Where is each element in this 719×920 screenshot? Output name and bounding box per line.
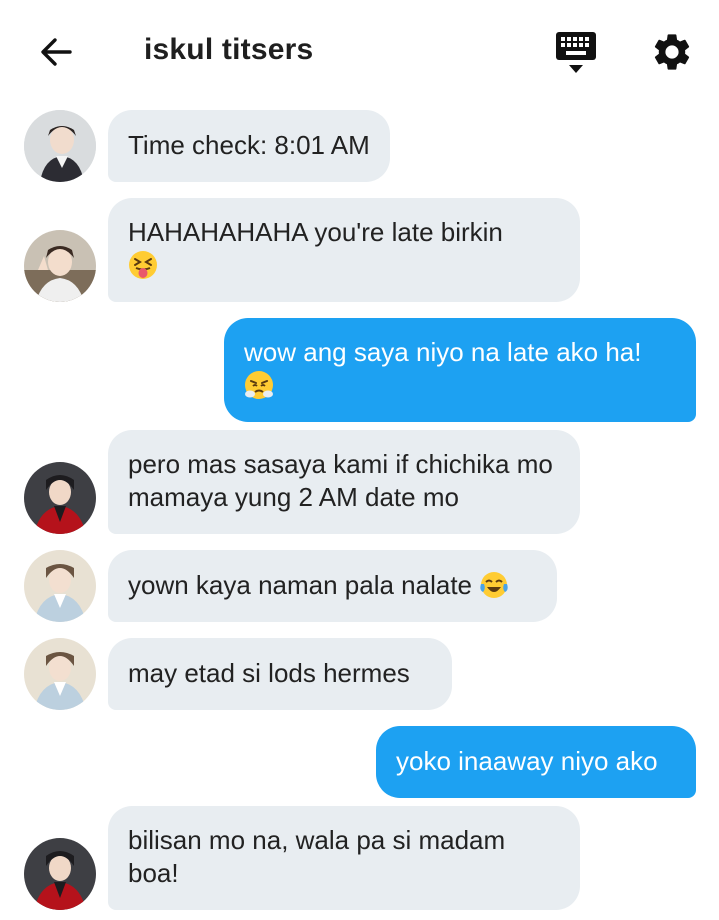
message-row: wow ang saya niyo na late ako ha!: [0, 318, 719, 422]
chat-header: iskul titsers: [0, 0, 719, 100]
avatar[interactable]: [24, 110, 96, 182]
message-text: may etad si lods hermes: [128, 658, 410, 688]
arrow-left-icon: [41, 38, 72, 66]
message-bubble[interactable]: pero mas sasaya kami if chichika mo mama…: [108, 430, 580, 534]
keyboard-toggle-button[interactable]: [552, 30, 600, 76]
message-text: wow ang saya niyo na late ako ha!: [244, 337, 642, 367]
message-row: bilisan mo na, wala pa si madam boa!: [0, 806, 719, 910]
message-text: bilisan mo na, wala pa si madam boa!: [128, 825, 506, 888]
message-row: pero mas sasaya kami if chichika mo mama…: [0, 430, 719, 534]
avatar[interactable]: [24, 838, 96, 910]
face-with-tears-of-joy-icon: [479, 570, 509, 600]
message-row: yoko inaaway niyo ako: [0, 726, 719, 798]
chat-title: iskul titsers: [144, 33, 314, 66]
message-bubble[interactable]: Time check: 8:01 AM: [108, 110, 390, 182]
back-button[interactable]: [34, 30, 78, 74]
gear-icon: [654, 34, 690, 70]
message-row: may etad si lods hermes: [0, 638, 719, 710]
settings-button[interactable]: [650, 30, 694, 74]
message-text: HAHAHAHAHA you're late birkin: [128, 217, 503, 247]
avatar[interactable]: [24, 462, 96, 534]
keyboard-hide-icon: [556, 32, 596, 73]
squinting-face-with-tongue-icon: [128, 250, 158, 280]
message-bubble[interactable]: yown kaya naman pala nalate: [108, 550, 557, 622]
message-bubble[interactable]: yoko inaaway niyo ako: [376, 726, 696, 798]
message-row: HAHAHAHAHA you're late birkin: [0, 198, 719, 302]
message-bubble[interactable]: may etad si lods hermes: [108, 638, 452, 710]
message-bubble[interactable]: bilisan mo na, wala pa si madam boa!: [108, 806, 580, 910]
message-text: yoko inaaway niyo ako: [396, 746, 658, 776]
face-with-steam-from-nose-icon: [244, 370, 274, 400]
avatar[interactable]: [24, 550, 96, 622]
message-bubble[interactable]: wow ang saya niyo na late ako ha!: [224, 318, 696, 422]
message-text: pero mas sasaya kami if chichika mo mama…: [128, 449, 553, 512]
message-text: yown kaya naman pala nalate: [128, 570, 473, 600]
message-row: yown kaya naman pala nalate: [0, 550, 719, 622]
message-text: Time check: 8:01 AM: [128, 130, 370, 160]
message-row: Time check: 8:01 AM: [0, 110, 719, 182]
message-bubble[interactable]: HAHAHAHAHA you're late birkin: [108, 198, 580, 302]
avatar[interactable]: [24, 638, 96, 710]
avatar[interactable]: [24, 230, 96, 302]
